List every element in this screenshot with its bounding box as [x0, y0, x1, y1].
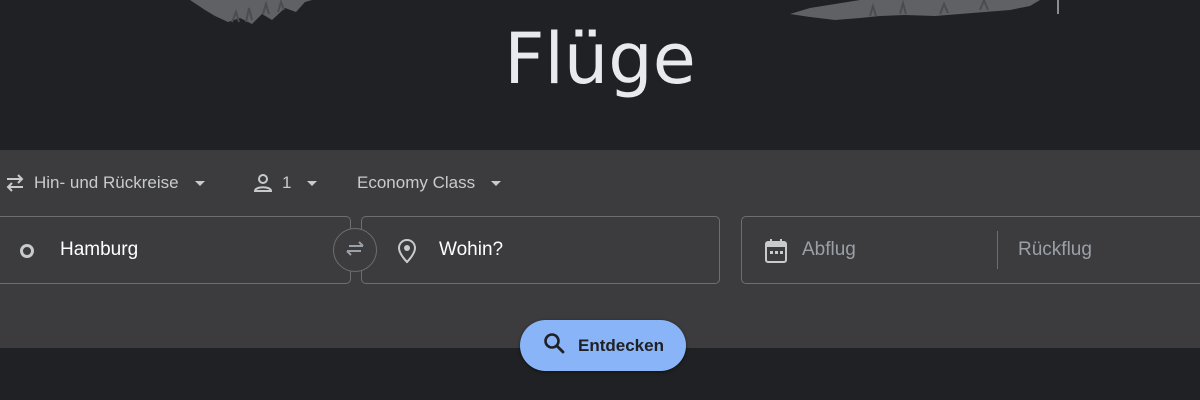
hero-banner: Flüge: [0, 0, 1200, 150]
passengers-select[interactable]: 1: [252, 170, 318, 196]
flight-search-card: Hin- und Rückreise 1 Economy Class Hambu…: [0, 150, 1200, 348]
circle-icon: [19, 243, 35, 264]
calendar-icon: [764, 238, 788, 269]
swap-arrows-icon: [4, 172, 26, 194]
destination-field[interactable]: Wohin?: [361, 216, 720, 284]
page-title: Flüge: [504, 18, 696, 100]
chevron-down-icon: [194, 180, 205, 186]
trip-type-label: Hin- und Rückreise: [34, 173, 179, 192]
chevron-down-icon: [491, 180, 502, 186]
trip-type-select[interactable]: Hin- und Rückreise: [4, 170, 205, 196]
destination-input: Wohin?: [439, 239, 504, 260]
explore-button[interactable]: Entdecken: [520, 320, 686, 371]
explore-label: Entdecken: [578, 335, 664, 355]
origin-field[interactable]: Hamburg: [0, 216, 351, 284]
date-divider: [997, 231, 998, 269]
dates-field[interactable]: Abflug Rückflug: [741, 216, 1200, 284]
swap-icon: [343, 238, 367, 263]
passengers-count: 1: [282, 173, 292, 192]
location-pin-icon: [396, 238, 418, 269]
person-icon: [252, 172, 274, 194]
search-icon: [542, 331, 566, 360]
origin-value: Hamburg: [60, 239, 139, 260]
swap-origin-destination-button[interactable]: [333, 228, 377, 272]
chevron-down-icon: [307, 180, 318, 186]
return-date-input[interactable]: Rückflug: [1018, 239, 1092, 261]
cabin-class-select[interactable]: Economy Class: [357, 170, 502, 196]
cabin-class-label: Economy Class: [357, 173, 476, 192]
departure-date-input[interactable]: Abflug: [802, 239, 856, 261]
